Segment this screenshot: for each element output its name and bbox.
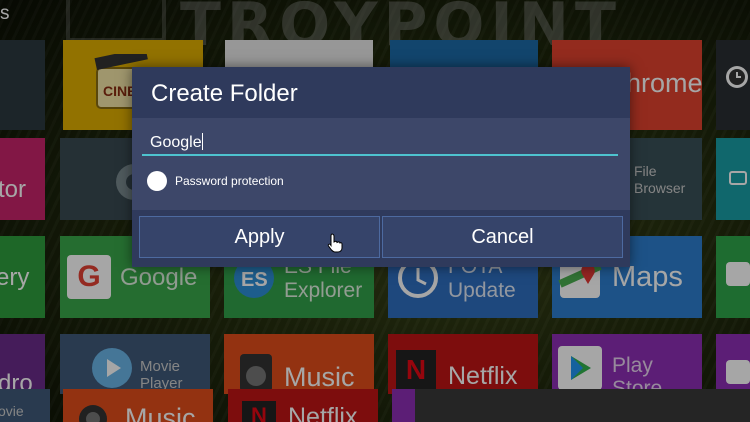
text-caret	[201, 133, 203, 150]
password-protection-label: Password protection	[175, 174, 284, 188]
cancel-button[interactable]: Cancel	[382, 216, 623, 258]
dialog-body: Google Password protection	[132, 118, 630, 210]
folder-name-input[interactable]: Google	[142, 132, 618, 156]
folder-name-value: Google	[150, 134, 202, 151]
apply-button-label: Apply	[234, 225, 285, 248]
apply-button[interactable]: Apply	[139, 216, 380, 258]
password-protection-radio[interactable]	[147, 171, 167, 191]
create-folder-dialog: Create Folder Google Password protection…	[132, 67, 630, 267]
dialog-title: Create Folder	[151, 80, 298, 107]
hand-pointer-cursor-icon	[327, 233, 343, 258]
cancel-button-label: Cancel	[471, 225, 534, 248]
